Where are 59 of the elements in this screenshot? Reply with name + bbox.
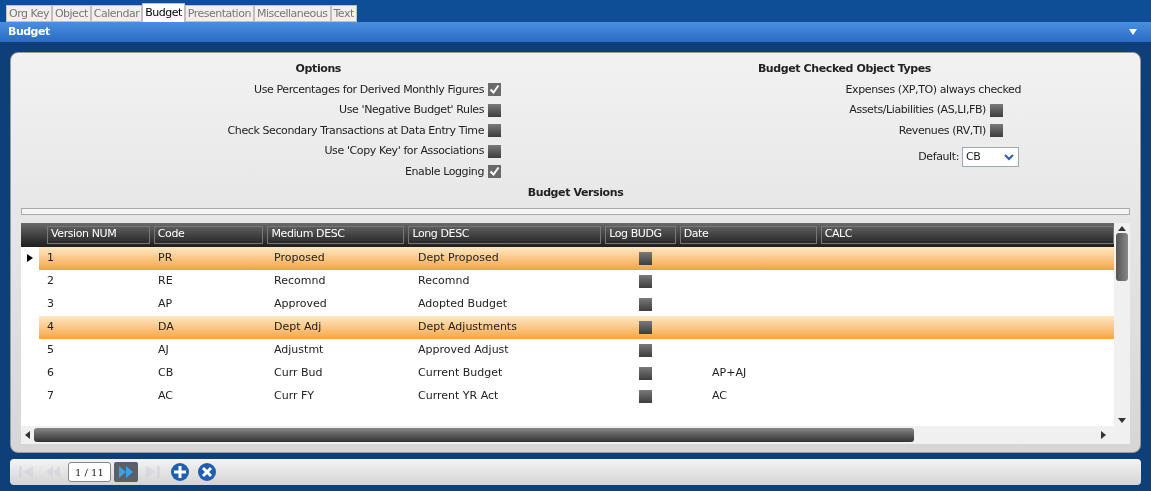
option-label: Enable Logging — [405, 163, 484, 180]
table-cell-text: Recomnd — [273, 272, 327, 289]
table-cell-text: 5 — [46, 341, 55, 358]
versions-heading: Budget Versions — [527, 185, 624, 201]
options-heading: Options — [295, 61, 341, 77]
option-label: Use 'Negative Budget' Rules — [339, 102, 484, 118]
option-label: Check Secondary Transactions at Data Entry Time — [227, 122, 484, 139]
page-position-field[interactable]: 1 / 11 — [68, 462, 111, 482]
expenses-note: Expenses (XP,TO) always checked — [845, 81, 1021, 98]
table-cell-text: Curr FY — [273, 387, 316, 404]
table-cell-text: 4 — [46, 318, 55, 335]
object-type-label: Revenues (RV,TI) — [898, 122, 986, 139]
table-cell-text: Recomnd — [417, 272, 471, 289]
default-dropdown[interactable]: CB — [962, 147, 1019, 167]
panel-title: Budget — [8, 23, 51, 40]
column-header[interactable]: Code — [153, 225, 264, 244]
object-type-label: Assets/Liabilities (AS,LI,FB) — [849, 102, 986, 118]
table-cell-text: Dept Proposed — [417, 249, 500, 266]
table-cell-text: Approved — [273, 295, 328, 312]
column-header[interactable]: Version NUM — [47, 225, 150, 244]
table-cell-text: Adjustmt — [273, 341, 325, 358]
table-cell-text: DA — [157, 318, 175, 335]
tab[interactable]: Org Key — [6, 5, 52, 22]
tab[interactable]: Text — [330, 5, 357, 22]
column-header[interactable]: Log BUDG — [605, 225, 676, 244]
table-cell-text: 6 — [46, 364, 55, 381]
tab[interactable]: Budget — [142, 3, 185, 22]
table-cell-text: Approved Adjust — [417, 341, 510, 358]
column-header[interactable]: Date — [679, 225, 817, 244]
table-cell-text: PR — [157, 249, 174, 266]
table-cell-text: Curr Bud — [273, 364, 324, 381]
option-label: Use Percentages for Derived Monthly Figures — [254, 81, 484, 98]
table-cell-text: AC — [157, 387, 174, 404]
table-cell-text: Dept Adjustments — [417, 318, 518, 335]
option-label: Use 'Copy Key' for Associations — [324, 143, 484, 159]
object-types-heading: Budget Checked Object Types — [757, 61, 931, 77]
table-cell-text: AP+AJ — [711, 364, 747, 381]
column-header[interactable]: Long DESC — [408, 225, 602, 244]
column-header[interactable]: Medium DESC — [267, 225, 405, 244]
tab[interactable]: Miscellaneous — [253, 5, 331, 22]
tab[interactable]: Presentation — [184, 5, 254, 22]
default-label: Default: — [918, 148, 959, 165]
table-cell-text: 2 — [46, 272, 55, 289]
table-cell-text: Dept Adj — [273, 318, 323, 335]
column-header[interactable]: CALC — [820, 225, 1114, 244]
table-cell-text: Current YR Act — [417, 387, 500, 404]
table-cell-text: AP — [157, 295, 174, 312]
table-cell-text: 1 — [46, 249, 55, 266]
table-cell-text: Current Budget — [417, 364, 504, 381]
table-cell-text: 7 — [46, 387, 55, 404]
table-cell-text: CB — [157, 364, 175, 381]
table-cell-text: 3 — [46, 295, 55, 312]
table-cell-text: AC — [711, 387, 727, 404]
tab[interactable]: Object — [51, 5, 91, 22]
table-cell-text: AJ — [157, 341, 170, 358]
table-cell-text: Proposed — [273, 249, 326, 266]
tab[interactable]: Calendar — [90, 5, 143, 22]
table-cell-text: Adopted Budget — [417, 295, 509, 312]
table-cell-text: RE — [157, 272, 174, 289]
